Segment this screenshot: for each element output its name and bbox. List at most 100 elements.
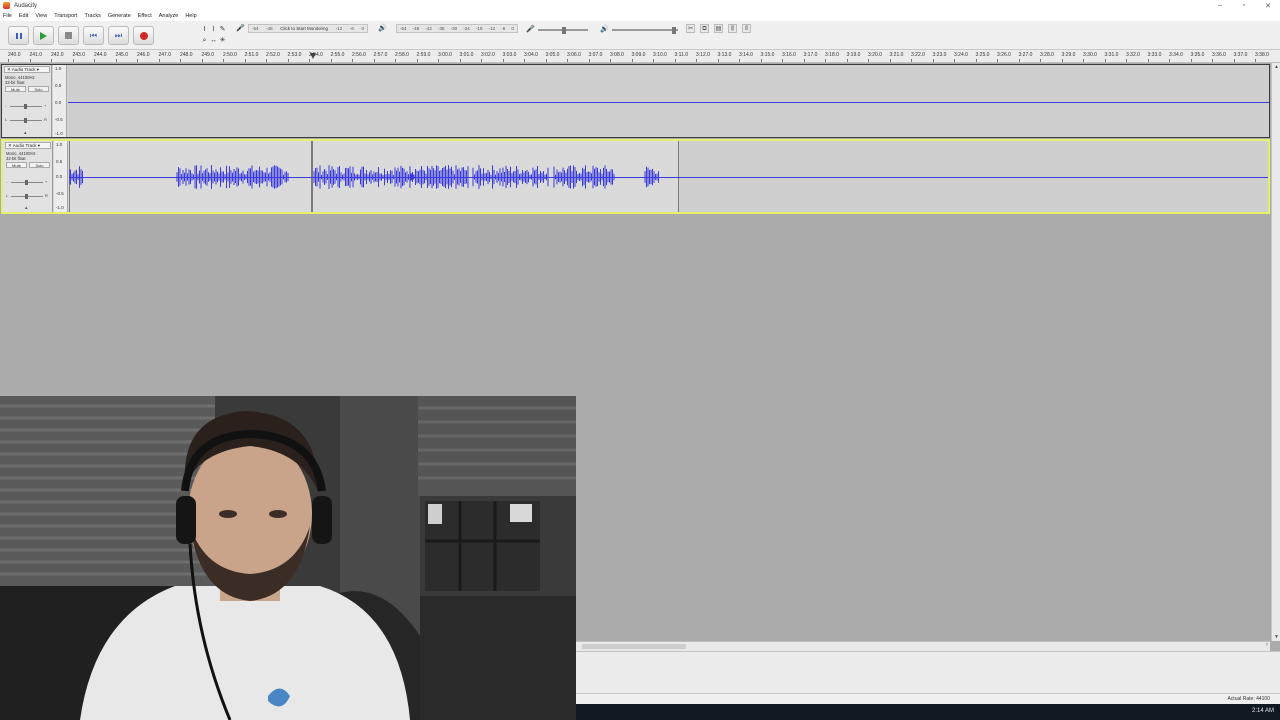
scroll-down-icon[interactable]: ▼	[1274, 634, 1279, 640]
ruler-tick-line	[72, 59, 74, 62]
gain-slider[interactable]	[11, 180, 43, 185]
webcam-feed	[0, 396, 576, 720]
ruler-tick-label: 3:10.0	[653, 52, 667, 58]
pan-slider[interactable]	[11, 194, 43, 199]
scroll-up-icon[interactable]: ▲	[1274, 64, 1279, 70]
silence-icon[interactable]: ⫴	[742, 24, 751, 33]
amplitude-label: 0.0	[56, 174, 63, 179]
copy-icon[interactable]: ⧉	[700, 24, 709, 33]
menu-file[interactable]: File	[3, 13, 12, 19]
cut-icon[interactable]: ✂	[686, 24, 695, 33]
close-icon[interactable]: ✕	[1256, 0, 1280, 11]
recording-volume-slider[interactable]	[538, 27, 588, 34]
mute-button[interactable]: Mute	[5, 86, 26, 92]
menu-transport[interactable]: Transport	[54, 13, 77, 19]
collapse-track-icon[interactable]: ▴	[25, 205, 28, 211]
ruler-tick-label: 2:55.0	[330, 52, 345, 58]
amplitude-label: -0.5	[55, 117, 63, 122]
trim-icon[interactable]: ⫼	[728, 24, 737, 33]
ruler-tick-line	[653, 59, 654, 62]
ruler-tick-line	[782, 59, 783, 62]
menu-edit[interactable]: Edit	[19, 13, 28, 19]
solo-button[interactable]: Solo	[28, 86, 49, 92]
ruler-tick-label: 246.0	[137, 52, 150, 58]
selection-tool-icon[interactable]: I	[200, 24, 209, 35]
amplitude-label: -0.5	[56, 191, 64, 196]
menu-tracks[interactable]: Tracks	[85, 13, 101, 19]
pan-slider-thumb[interactable]	[24, 118, 27, 123]
ruler-tick-line	[223, 59, 224, 62]
gain-slider[interactable]	[10, 104, 42, 109]
menu-view[interactable]: View	[35, 13, 47, 19]
ruler-tick-line	[137, 59, 138, 62]
minimize-icon[interactable]: –	[1208, 0, 1232, 11]
ruler-tick-label: 3:32.0	[1126, 52, 1140, 58]
multi-tool-icon[interactable]: ✳	[218, 35, 227, 46]
waveform-area[interactable]	[69, 141, 1268, 212]
playback-volume-slider[interactable]	[612, 27, 678, 34]
ruler-tick-line	[674, 59, 676, 62]
zoom-tool-icon[interactable]: ⌕	[200, 35, 209, 46]
ruler-tick-line	[588, 59, 590, 62]
menu-effect[interactable]: Effect	[138, 13, 152, 19]
transport-toolbar: ⏮ ⏭	[8, 26, 158, 45]
skip-to-start-button[interactable]: ⏮	[83, 26, 104, 45]
record-button[interactable]	[133, 26, 154, 45]
ruler-tick-label: 3:27.0	[1018, 52, 1033, 58]
vertical-scrollbar[interactable]: ▲ ▼	[1271, 63, 1280, 641]
audio-track-1[interactable]: ✕ Audio Track ▾ Mono, 44100Hz 32-bit flo…	[1, 64, 1270, 138]
tools-toolbar: I ⌇ ✎ ⌕ ↔ ✳	[200, 24, 228, 47]
solo-button[interactable]: Solo	[29, 162, 50, 168]
audacity-logo-icon	[3, 2, 10, 9]
track-name-menu[interactable]: ✕ Audio Track ▾	[5, 142, 51, 149]
ruler-tick-line	[94, 59, 95, 62]
playback-meter-tick: -42	[425, 26, 432, 31]
skip-to-end-button[interactable]: ⏭	[108, 26, 129, 45]
menu-generate[interactable]: Generate	[108, 13, 131, 19]
maximize-icon[interactable]: ▫	[1232, 0, 1256, 11]
playhead-marker[interactable]	[310, 53, 316, 59]
ruler-tick-line	[244, 59, 246, 62]
playback-meter[interactable]: -54 -48 -42 -36 -30 -24 -18 -12 -6 0	[396, 24, 518, 33]
waveform-area[interactable]	[68, 65, 1269, 137]
ruler-tick-label: 3:05.0	[545, 52, 560, 58]
gain-slider-thumb[interactable]	[25, 180, 28, 185]
envelope-tool-icon[interactable]: ⌇	[209, 24, 218, 35]
timeshift-tool-icon[interactable]: ↔	[209, 35, 218, 46]
paste-icon[interactable]: ▤	[714, 24, 723, 33]
horizontal-scrollbar[interactable]: ›	[576, 641, 1270, 651]
collapse-track-icon[interactable]: ▴	[24, 130, 27, 136]
ruler-tick-line	[889, 59, 891, 62]
play-button[interactable]	[33, 26, 54, 45]
gain-slider-thumb[interactable]	[24, 104, 27, 109]
ruler-tick-label: 3:37.0	[1233, 52, 1248, 58]
menu-help[interactable]: Help	[185, 13, 196, 19]
recording-volume-thumb[interactable]	[562, 27, 566, 34]
mute-button[interactable]: Mute	[6, 162, 27, 168]
timeline-ruler[interactable]: 240.0 241.0 242.0 243.0 244.0 245.0 246.0 247.0…	[0, 50, 1280, 63]
scroll-right-icon[interactable]: ›	[1266, 642, 1268, 648]
ruler-tick-label: 3:03.0	[502, 52, 517, 58]
ruler-tick-line	[51, 59, 52, 62]
ruler-tick-label: 3:07.0	[588, 52, 603, 58]
draw-tool-icon[interactable]: ✎	[218, 24, 227, 35]
playback-meter-tick: 0	[511, 26, 514, 31]
playback-volume-thumb[interactable]	[672, 27, 676, 34]
ruler-tick-label: 3:20.0	[868, 52, 882, 58]
playback-meter-tick: -48	[412, 26, 420, 31]
audio-track-2[interactable]: ✕ Audio Track ▾ Mono, 44100Hz 32-bit flo…	[1, 139, 1270, 214]
pan-slider-thumb[interactable]	[25, 194, 28, 199]
window-title: Audacity	[14, 2, 38, 9]
ruler-tick-line	[545, 59, 547, 62]
pan-slider[interactable]	[10, 118, 42, 123]
menu-analyze[interactable]: Analyze	[159, 13, 179, 19]
record-icon	[139, 31, 148, 40]
ruler-tick-line	[352, 59, 353, 62]
record-meter[interactable]: -54 -48 Click to Start Monitoring -12 -6…	[248, 24, 368, 33]
stop-button[interactable]	[58, 26, 79, 45]
ruler-tick-label: 3:11.0	[674, 52, 689, 58]
track-name-menu[interactable]: ✕ Audio Track ▾	[4, 66, 50, 73]
horizontal-scroll-thumb[interactable]	[582, 644, 686, 649]
track-control-panel: ✕ Audio Track ▾ Mono, 44100Hz 32-bit flo…	[3, 141, 53, 212]
pause-button[interactable]	[8, 26, 29, 45]
